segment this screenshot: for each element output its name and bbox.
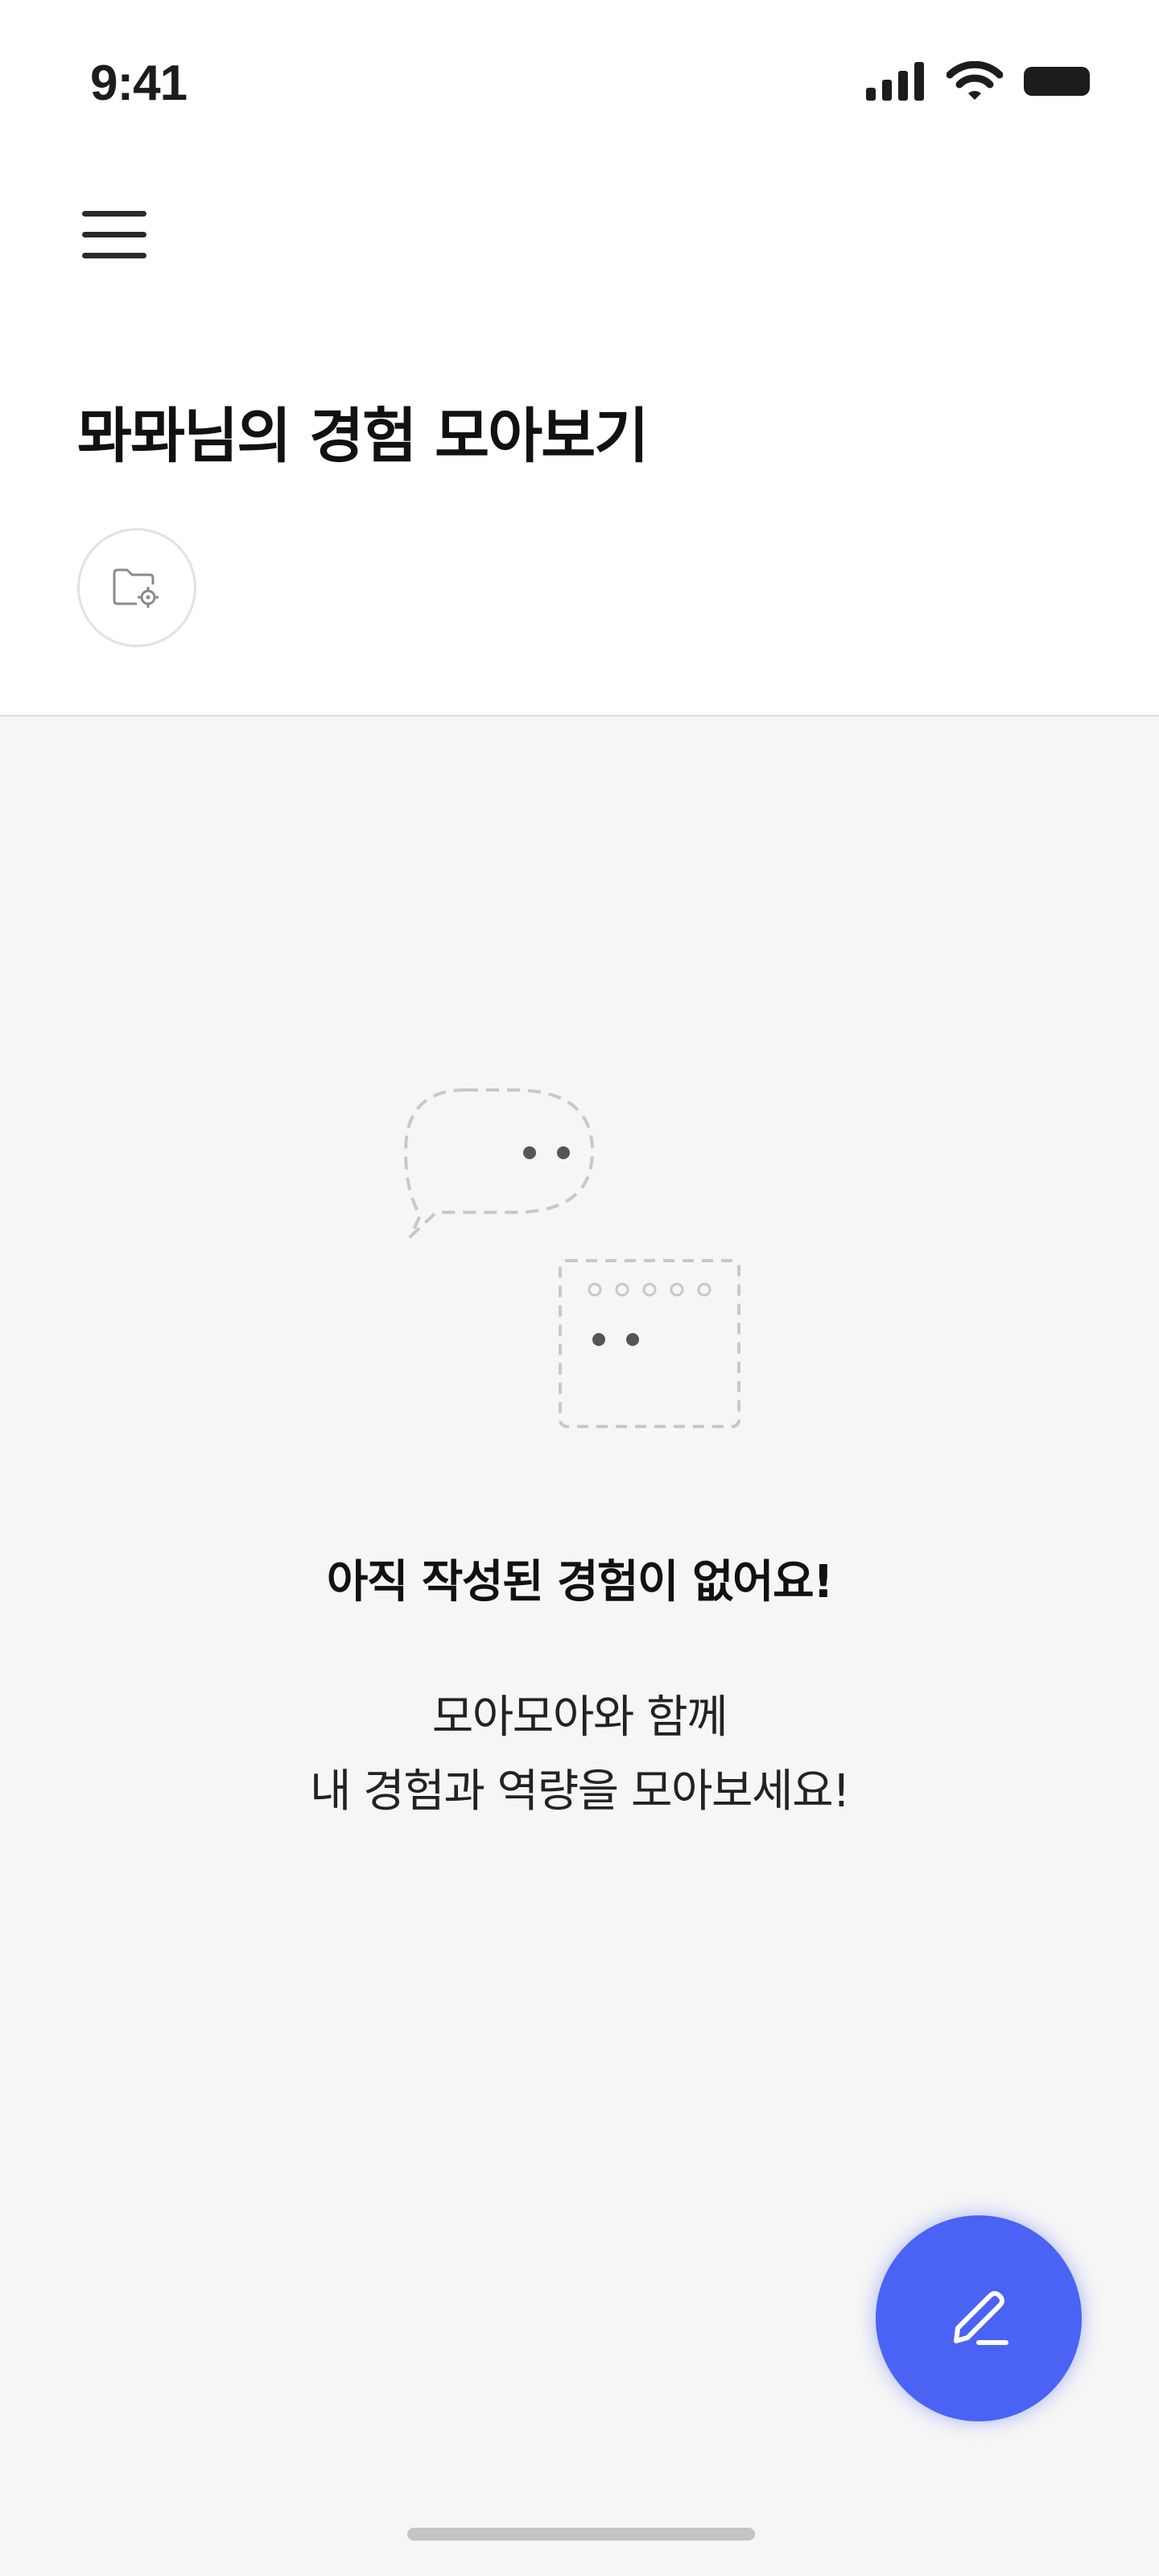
status-time: 9:41 <box>90 56 188 111</box>
empty-state-description-line1: 모아모아와 함께 <box>431 1691 728 1744</box>
empty-chat-illustration <box>386 1071 757 1441</box>
status-icons <box>866 61 1093 101</box>
battery-icon <box>1024 67 1090 96</box>
empty-state-title: 아직 작성된 경험이 없어요! <box>326 1556 834 1608</box>
home-indicator <box>407 2528 755 2541</box>
header-section: 9:41 뫄뫄님의 경험 모아보기 <box>0 0 1159 716</box>
folder-settings-button[interactable] <box>77 528 196 647</box>
wifi-icon <box>947 61 1003 100</box>
status-bar: 9:41 <box>0 0 1159 161</box>
menu-button[interactable] <box>74 203 155 267</box>
page-title: 뫄뫄님의 경험 모아보기 <box>77 402 649 471</box>
pencil-icon <box>954 2291 1008 2345</box>
hamburger-menu-icon <box>82 211 146 217</box>
cellular-signal-icon <box>866 62 924 101</box>
folder-settings-icon <box>113 568 159 608</box>
write-experience-fab[interactable] <box>876 2215 1082 2421</box>
empty-state-description-line2: 내 경험과 역량을 모아보세요! <box>309 1765 851 1818</box>
